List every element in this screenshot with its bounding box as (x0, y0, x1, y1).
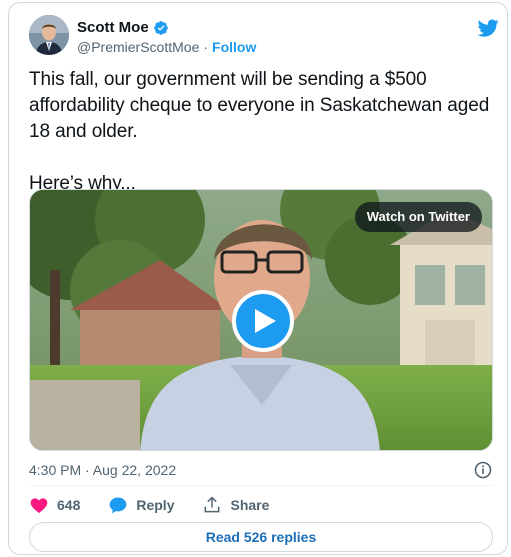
handle-separator: · (203, 39, 209, 55)
video-player[interactable]: Watch on Twitter (29, 189, 493, 451)
reply-bubble-icon (110, 497, 127, 514)
share-label: Share (230, 497, 270, 513)
divider (29, 485, 493, 486)
verified-badge-icon (153, 20, 169, 36)
share-button[interactable]: Share (202, 495, 269, 515)
author-name[interactable]: Scott Moe (77, 19, 149, 36)
tweet-meta: 4:30 PM · Aug 22, 2022 (29, 460, 493, 482)
play-button[interactable] (232, 290, 294, 352)
name-row: Scott Moe (77, 19, 169, 36)
like-button[interactable]: 648 (29, 495, 80, 515)
share-icon (205, 496, 220, 513)
avatar[interactable] (29, 15, 69, 55)
author-handle[interactable]: @PremierScottMoe (77, 39, 199, 55)
play-icon (255, 309, 276, 333)
read-replies-button[interactable]: Read 526 replies (29, 522, 493, 552)
like-count: 648 (57, 497, 81, 513)
watch-on-twitter-button[interactable]: Watch on Twitter (354, 202, 482, 232)
twitter-bird-icon[interactable] (477, 17, 499, 39)
handle-row: @PremierScottMoe · Follow (77, 39, 256, 55)
heart-icon (30, 498, 48, 514)
info-icon[interactable] (473, 460, 493, 480)
timestamp[interactable]: 4:30 PM · Aug 22, 2022 (29, 462, 176, 478)
reply-label: Reply (136, 497, 175, 513)
follow-button[interactable]: Follow (212, 39, 256, 55)
tweet-text: This fall, our government will be sendin… (29, 69, 490, 194)
reply-button[interactable]: Reply (108, 495, 174, 515)
tweet-header: Scott Moe @PremierScottMoe · Follow (29, 15, 499, 63)
tweet-card: Scott Moe @PremierScottMoe · Follow This… (8, 2, 508, 555)
tweet-actions: 648 Reply Share (29, 493, 297, 517)
